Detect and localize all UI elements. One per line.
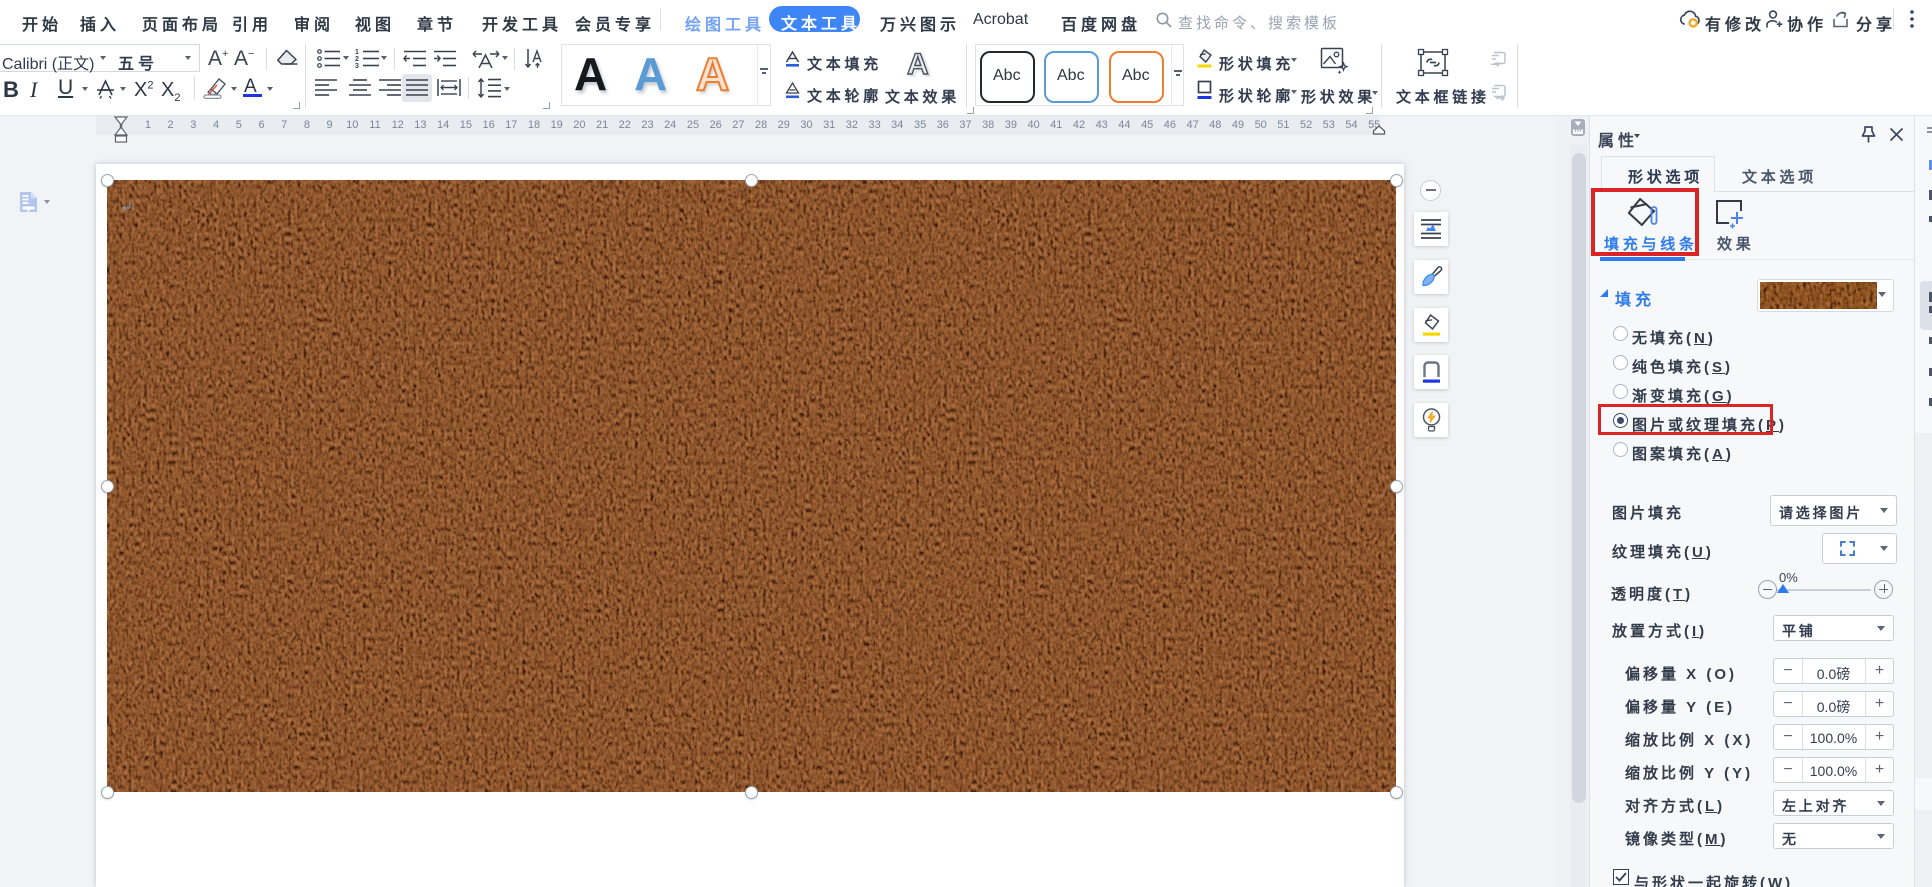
svg-text:A: A <box>907 48 929 77</box>
svg-text:1: 1 <box>355 49 359 56</box>
svg-text:2: 2 <box>355 56 359 63</box>
svg-text:3: 3 <box>355 63 359 68</box>
